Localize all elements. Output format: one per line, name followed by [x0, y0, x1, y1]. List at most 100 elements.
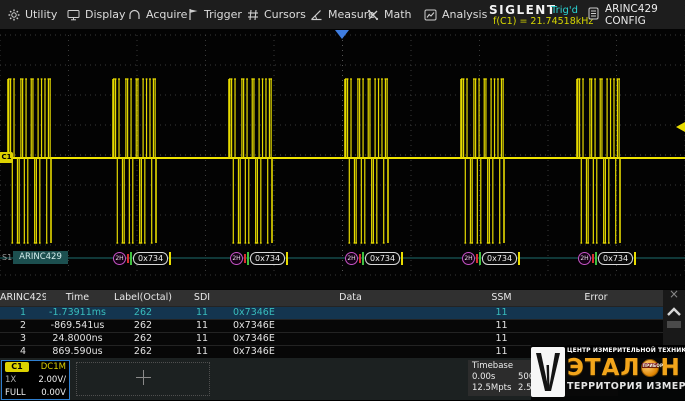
cell-error [529, 333, 663, 345]
decode-event-bubble[interactable]: 2H 0x734 [578, 251, 636, 265]
etalon-watermark: ЦЕНТР ИЗМЕРИТЕЛЬНОЙ ТЕХНИКИ ЭТАЛ ПРИБОР … [531, 345, 685, 400]
table-header-error: Error [529, 290, 663, 306]
menu-item-cursors[interactable]: Cursors [247, 0, 306, 29]
menu-item-analysis[interactable]: Analysis [424, 0, 487, 29]
trigger-status: Trig'd [551, 5, 578, 16]
table-row[interactable]: 2-869.541us262110x7346E11 [0, 319, 663, 332]
channel1-offset: 0.00V [41, 388, 66, 398]
channel1-probe: 1X [5, 375, 16, 385]
decode-open-bar [595, 252, 597, 265]
table-header-label: Label(Octal) [109, 290, 177, 306]
menu-item-label: Math [384, 8, 412, 21]
menu-item-trigger[interactable]: Trigger [188, 0, 242, 29]
cell-data: 0x7346E [227, 346, 474, 358]
math-icon [367, 9, 379, 21]
watermark-top-line: ЦЕНТР ИЗМЕРИТЕЛЬНОЙ ТЕХНИКИ [567, 345, 685, 355]
cell-time: 24.8000ns [46, 333, 109, 345]
cell-label: 262 [109, 320, 177, 332]
menu-item-measure[interactable]: Measure [310, 0, 375, 29]
cell-index: 4 [0, 346, 46, 358]
trigger-position-marker[interactable] [335, 30, 349, 39]
monitor-icon [67, 9, 80, 21]
decode-start-tick [476, 254, 478, 263]
cell-index: 2 [0, 320, 46, 332]
table-row[interactable]: 1-1.73911ms262110x7346E11 [0, 306, 663, 319]
decode-event-bubble[interactable]: 2H 0x734 [462, 251, 520, 265]
arinc429-config-button[interactable]: ARINC429 CONFIG [588, 0, 685, 29]
channel1-badge: C1 [5, 362, 29, 372]
channel1-coupling: DC1M [41, 362, 66, 372]
table-header-ssm: SSM [474, 290, 529, 306]
scrollbar-thumb[interactable] [667, 321, 681, 328]
plus-icon [135, 369, 152, 390]
decode-label-circle: 2H [462, 252, 475, 265]
cell-ssm: 11 [474, 333, 529, 345]
decode-word-value: 0x734 [133, 252, 168, 265]
brand-logo: SIGLENT [489, 3, 557, 17]
menu-item-display[interactable]: Display [67, 0, 126, 29]
menu-item-label: Acquire [146, 8, 187, 21]
cell-label: 262 [109, 346, 177, 358]
decode-event-bubble[interactable]: 2H0x734 [230, 251, 288, 265]
decode-truncation-bar [518, 252, 520, 265]
flag-icon [188, 8, 199, 21]
cell-data: 0x7346E [227, 333, 474, 345]
globe-banner: ПРИБОР [642, 363, 658, 368]
trigger-level-marker[interactable] [676, 122, 685, 132]
cell-ssm: 11 [474, 320, 529, 332]
channel1-offset-marker[interactable]: C1 [0, 152, 13, 163]
decode-word-value: 0x734 [365, 252, 400, 265]
scroll-up-icon[interactable] [666, 303, 682, 322]
decode-event-bubble[interactable]: 2H 0x734 [345, 251, 403, 265]
decode-open-bar [247, 252, 249, 265]
cell-ssm: 11 [474, 307, 529, 319]
watermark-bottom-line: ТЕРРИТОРИЯ ИЗМЕРЕНИЙ [567, 381, 685, 392]
menu-item-label: Trigger [204, 8, 242, 21]
decode-event-bubble[interactable]: 2H 0x734 [113, 251, 171, 265]
cell-index: 3 [0, 333, 46, 345]
timebase-delay: 0.00s [472, 372, 518, 383]
table-header-sdi: SDI [177, 290, 227, 306]
channel1-box[interactable]: C1 DC1M 1X 2.00V/ FULL 0.00V [1, 360, 70, 400]
menu-item-utility[interactable]: Utility [8, 0, 57, 29]
decode-open-bar [479, 252, 481, 265]
decode-bus-label[interactable]: ARINC429 [13, 251, 68, 264]
cell-error [529, 320, 663, 332]
arinc429-config-label: ARINC429 CONFIG [605, 3, 685, 27]
frequency-counter: f(C1) = 21.74518kHz [493, 16, 593, 27]
waveform-svg [0, 29, 685, 289]
menu-item-acquire[interactable]: Acquire [128, 0, 187, 29]
decode-label-circle: 2H [230, 252, 243, 265]
decode-label-circle: 2H [578, 252, 591, 265]
table-header-index: ARINC429 [0, 290, 46, 306]
measure-icon [310, 9, 323, 21]
cell-data: 0x7346E [227, 307, 474, 319]
cell-time: -1.73911ms [46, 307, 109, 319]
memory-depth: 12.5Mpts [472, 383, 518, 394]
gear-icon [8, 9, 20, 21]
table-row[interactable]: 324.8000ns262110x7346E11 [0, 332, 663, 345]
waveform-display[interactable] [0, 29, 685, 289]
cell-data: 0x7346E [227, 320, 474, 332]
add-channel-button[interactable] [76, 362, 210, 396]
decode-word-value: 0x734 [598, 252, 633, 265]
watermark-brand: ЭТАЛ ПРИБОР Н [567, 355, 685, 381]
menu-item-math[interactable]: Math [367, 0, 412, 29]
decode-start-tick [244, 254, 246, 263]
close-icon[interactable]: × [663, 288, 685, 301]
cell-sdi: 11 [177, 307, 227, 319]
channel1-scale: 2.00V/ [38, 375, 66, 385]
cell-sdi: 11 [177, 320, 227, 332]
decode-word-value: 0x734 [482, 252, 517, 265]
decode-start-tick [592, 254, 594, 263]
decode-label-circle: 2H [113, 252, 126, 265]
decode-label-circle: 2H [345, 252, 358, 265]
globe-icon: ПРИБОР [641, 359, 659, 377]
cell-label: 262 [109, 307, 177, 319]
etalon-logo-icon [531, 347, 565, 397]
channel1-bandwidth: FULL [5, 388, 26, 398]
decode-truncation-bar [401, 252, 403, 265]
cell-error [529, 307, 663, 319]
decode-open-bar [362, 252, 364, 265]
decode-start-tick [127, 254, 129, 263]
